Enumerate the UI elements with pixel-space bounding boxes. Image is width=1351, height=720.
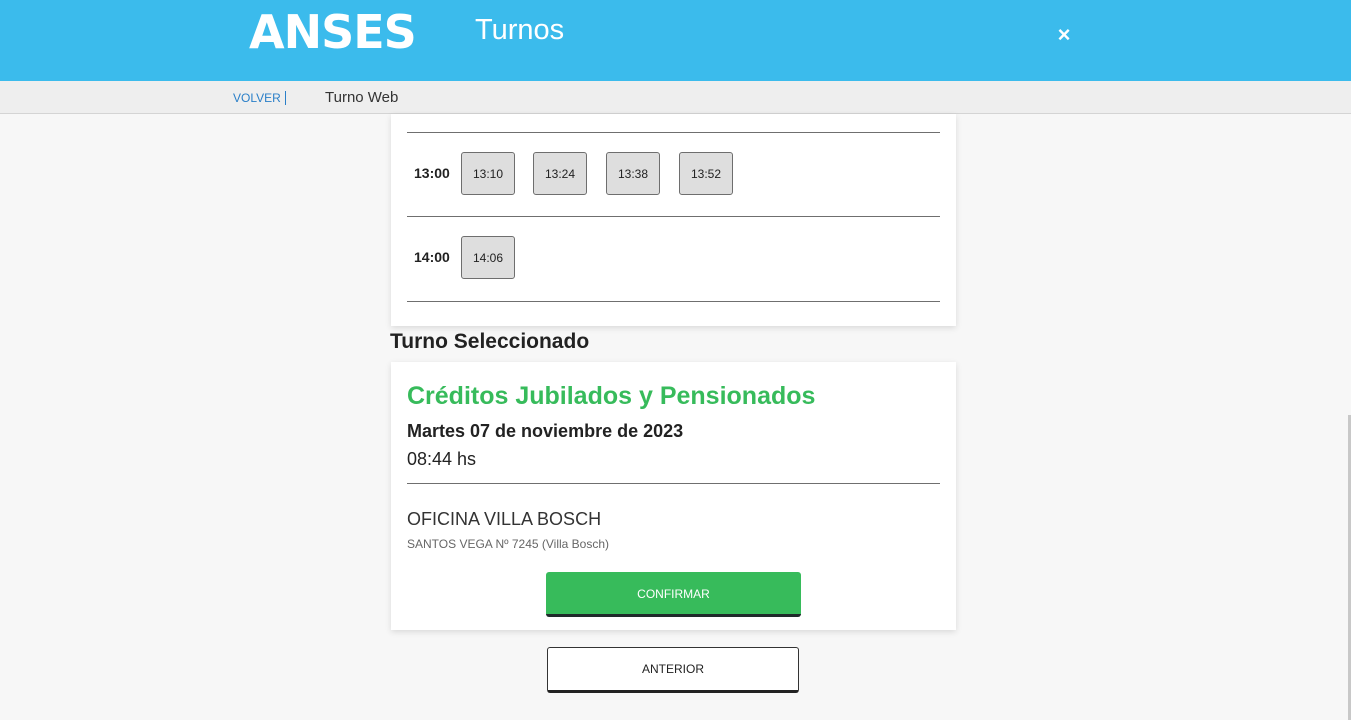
time-slot-button[interactable]: 13:38 [606,152,660,195]
service-name: Créditos Jubilados y Pensionados [407,382,816,410]
divider [407,216,940,217]
selected-turn-card: Créditos Jubilados y Pensionados Martes … [391,362,956,630]
time-slots-card: 13:00 13:10 13:24 13:38 13:52 14:00 14:0… [391,114,956,326]
app-title: Turnos [475,14,565,46]
office-name: OFICINA VILLA BOSCH [407,509,602,529]
confirm-button[interactable]: CONFIRMAR [546,572,801,617]
page-title: Turno Web [325,89,399,106]
time-slot-button[interactable]: 13:10 [461,152,515,195]
hour-label-14: 14:00 [414,249,450,265]
turn-time: 08:44 hs [407,449,477,469]
time-slot-button[interactable]: 13:24 [533,152,587,195]
previous-button[interactable]: ANTERIOR [547,647,799,693]
time-slot-button[interactable]: 13:52 [679,152,733,195]
divider [407,132,940,133]
selected-turn-heading: Turno Seleccionado [390,330,590,353]
app-header: ANSES Turnos × [0,0,1351,81]
anses-logo: ANSES [249,5,417,59]
sub-navigation: VOLVER Turno Web [0,81,1351,114]
divider [407,483,940,484]
close-icon[interactable]: × [1053,24,1075,46]
back-link[interactable]: VOLVER [233,91,286,105]
divider [407,301,940,302]
turn-date: Martes 07 de noviembre de 2023 [407,421,684,441]
office-address: SANTOS VEGA Nº 7245 (Villa Bosch) [407,537,610,551]
hour-label-13: 13:00 [414,165,450,181]
time-slot-button[interactable]: 14:06 [461,236,515,279]
